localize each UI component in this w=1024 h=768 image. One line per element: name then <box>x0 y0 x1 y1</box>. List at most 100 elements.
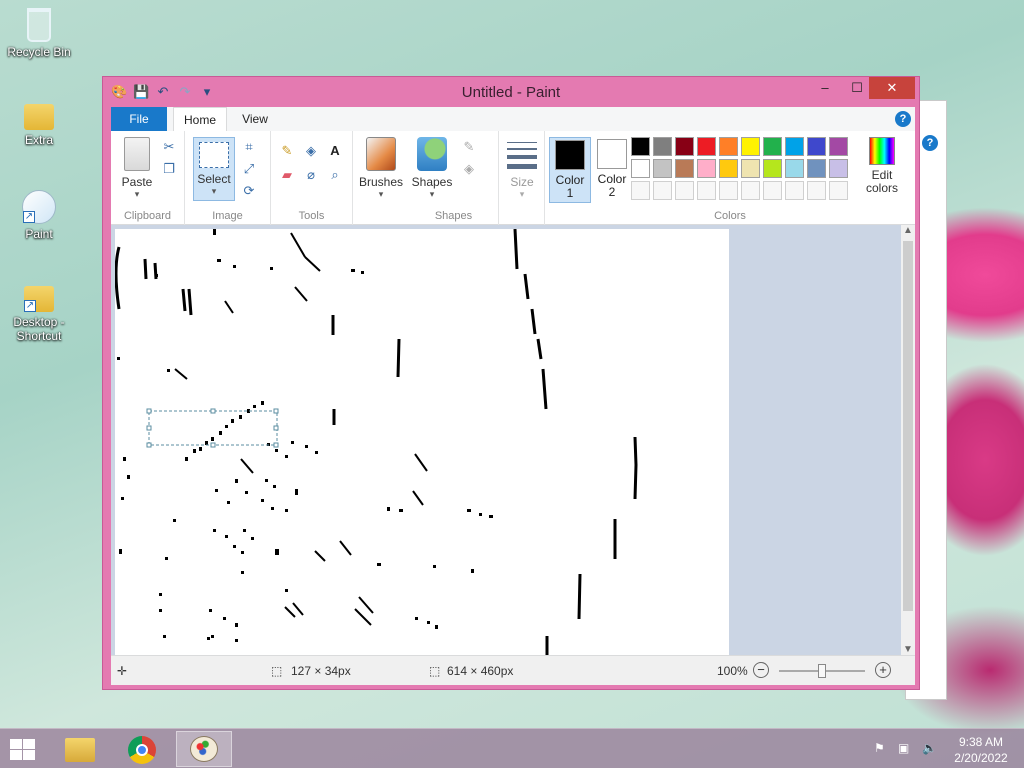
palette-color-cell[interactable] <box>653 181 672 200</box>
palette-color-cell[interactable] <box>829 137 848 156</box>
help-icon[interactable]: ? <box>922 135 938 151</box>
vertical-scrollbar[interactable]: ▲ ▼ <box>901 225 915 655</box>
brushes-group: Brushes ▾ <box>353 131 409 225</box>
text-icon[interactable]: A <box>327 143 343 159</box>
taskbar-chrome[interactable] <box>114 731 170 767</box>
tab-home[interactable]: Home <box>173 107 227 132</box>
fill-icon[interactable]: ◈ <box>303 143 319 159</box>
paint-window[interactable]: 🎨 💾 ↶ ↷ ▾ Untitled - Paint – ☐ ✕ File Ho… <box>102 76 920 690</box>
clock-time: 9:38 AM <box>958 735 1004 749</box>
cut-icon[interactable]: ✂ <box>161 139 177 155</box>
close-button[interactable]: ✕ <box>869 77 915 99</box>
color2-button[interactable]: Color 2 <box>591 137 633 203</box>
zoom-slider[interactable] <box>779 664 865 678</box>
palette-color-cell[interactable] <box>807 137 826 156</box>
palette-color-cell[interactable] <box>653 137 672 156</box>
palette-color-cell[interactable] <box>675 181 694 200</box>
desktop-icon-desktop-shortcut[interactable]: ↗ Desktop - Shortcut <box>4 280 74 343</box>
crop-icon[interactable]: ⌗ <box>241 139 257 155</box>
size-button[interactable]: Size ▾ <box>503 137 541 200</box>
paste-button[interactable]: Paste ▾ <box>115 137 159 200</box>
size-icon <box>507 137 537 171</box>
palette-color-cell[interactable] <box>697 181 716 200</box>
canvas-workspace[interactable] <box>111 225 901 655</box>
shape-fill-icon[interactable]: ◈ <box>461 161 477 177</box>
ribbon-tabs: File Home View ? <box>111 107 915 132</box>
action-center-flag-icon[interactable]: ⚑ <box>874 741 885 755</box>
network-icon[interactable]: ▣ <box>898 741 909 755</box>
palette-color-cell[interactable] <box>719 137 738 156</box>
tools-group: ✎ ◈ A ▰ ⌀ ⌕ Tools <box>271 131 353 225</box>
taskbar-file-explorer[interactable] <box>52 731 108 767</box>
edit-colors-button[interactable]: Edit colors <box>859 137 905 195</box>
zoom-in-button[interactable]: + <box>875 662 891 678</box>
palette-color-cell[interactable] <box>741 159 760 178</box>
selection-size: 127 × 34px <box>291 664 351 678</box>
taskbar: ⚑ ▣ 🔈 9:38 AM 2/20/2022 <box>0 728 1024 768</box>
palette-color-cell[interactable] <box>785 181 804 200</box>
help-icon[interactable]: ? <box>895 111 911 127</box>
palette-color-cell[interactable] <box>741 137 760 156</box>
copy-icon[interactable]: ❐ <box>161 161 177 177</box>
palette-color-cell[interactable] <box>829 181 848 200</box>
palette-color-cell[interactable] <box>741 181 760 200</box>
tab-view[interactable]: View <box>235 107 275 131</box>
recycle-bin-icon <box>27 8 51 42</box>
clock[interactable]: 9:38 AM 2/20/2022 <box>944 734 1018 766</box>
palette-color-cell[interactable] <box>807 159 826 178</box>
ribbon: Paste ▾ ✂ ❐ Clipboard Select ▾ ⌗ ⤢ ⟳ Ima… <box>111 131 915 225</box>
palette-color-cell[interactable] <box>697 159 716 178</box>
palette-color-cell[interactable] <box>763 181 782 200</box>
brushes-button[interactable]: Brushes ▾ <box>357 137 405 200</box>
scroll-thumb[interactable] <box>903 241 913 611</box>
palette-color-cell[interactable] <box>697 137 716 156</box>
palette-color-cell[interactable] <box>807 181 826 200</box>
rotate-icon[interactable]: ⟳ <box>241 183 257 199</box>
palette-color-cell[interactable] <box>719 159 738 178</box>
scroll-down-icon[interactable]: ▼ <box>901 644 915 655</box>
zoom-slider-knob[interactable] <box>818 664 826 678</box>
palette-color-cell[interactable] <box>675 159 694 178</box>
eraser-icon[interactable]: ▰ <box>279 167 295 183</box>
clipboard-group: Paste ▾ ✂ ❐ Clipboard <box>111 131 185 225</box>
outline-icon[interactable]: ✎ <box>461 139 477 155</box>
desktop-icon-extra[interactable]: Extra <box>4 98 74 147</box>
paste-label: Paste <box>121 175 153 189</box>
drawing-canvas[interactable] <box>115 229 729 655</box>
size-label: Size <box>510 175 534 189</box>
shapes-button[interactable]: Shapes ▾ <box>409 137 455 200</box>
color-picker-icon[interactable]: ⌀ <box>303 167 319 183</box>
zoom-out-button[interactable]: − <box>753 662 769 678</box>
resize-icon[interactable]: ⤢ <box>241 161 257 177</box>
folder-icon: ↗ <box>24 286 54 312</box>
palette-color-cell[interactable] <box>763 137 782 156</box>
image-group: Select ▾ ⌗ ⤢ ⟳ Image <box>185 131 271 225</box>
taskbar-paint[interactable] <box>176 731 232 767</box>
magnifier-icon[interactable]: ⌕ <box>327 167 343 183</box>
minimize-button[interactable]: – <box>809 77 841 99</box>
palette-color-cell[interactable] <box>785 159 804 178</box>
desktop-icon-paint[interactable]: ↗ Paint <box>4 190 74 241</box>
windows-logo-icon <box>10 739 22 749</box>
color1-button[interactable]: Color 1 <box>549 137 591 203</box>
palette-color-cell[interactable] <box>653 159 672 178</box>
title-bar[interactable]: 🎨 💾 ↶ ↷ ▾ Untitled - Paint – ☐ ✕ <box>103 77 919 107</box>
palette-color-cell[interactable] <box>829 159 848 178</box>
start-button[interactable] <box>8 737 36 761</box>
palette-color-cell[interactable] <box>763 159 782 178</box>
palette-color-cell[interactable] <box>631 137 650 156</box>
pencil-icon[interactable]: ✎ <box>279 143 295 159</box>
tab-file[interactable]: File <box>111 107 167 131</box>
palette-color-cell[interactable] <box>785 137 804 156</box>
volume-muted-icon[interactable]: 🔈 <box>922 741 937 755</box>
palette-color-cell[interactable] <box>675 137 694 156</box>
palette-color-cell[interactable] <box>631 159 650 178</box>
palette-color-cell[interactable] <box>719 181 738 200</box>
desktop-icon-recycle-bin[interactable]: Recycle Bin <box>4 8 74 59</box>
select-button[interactable]: Select ▾ <box>193 137 235 201</box>
color1-label: Color 1 <box>555 173 585 200</box>
group-label: Colors <box>714 210 746 222</box>
palette-color-cell[interactable] <box>631 181 650 200</box>
scroll-up-icon[interactable]: ▲ <box>901 225 915 236</box>
select-label: Select <box>197 172 231 186</box>
